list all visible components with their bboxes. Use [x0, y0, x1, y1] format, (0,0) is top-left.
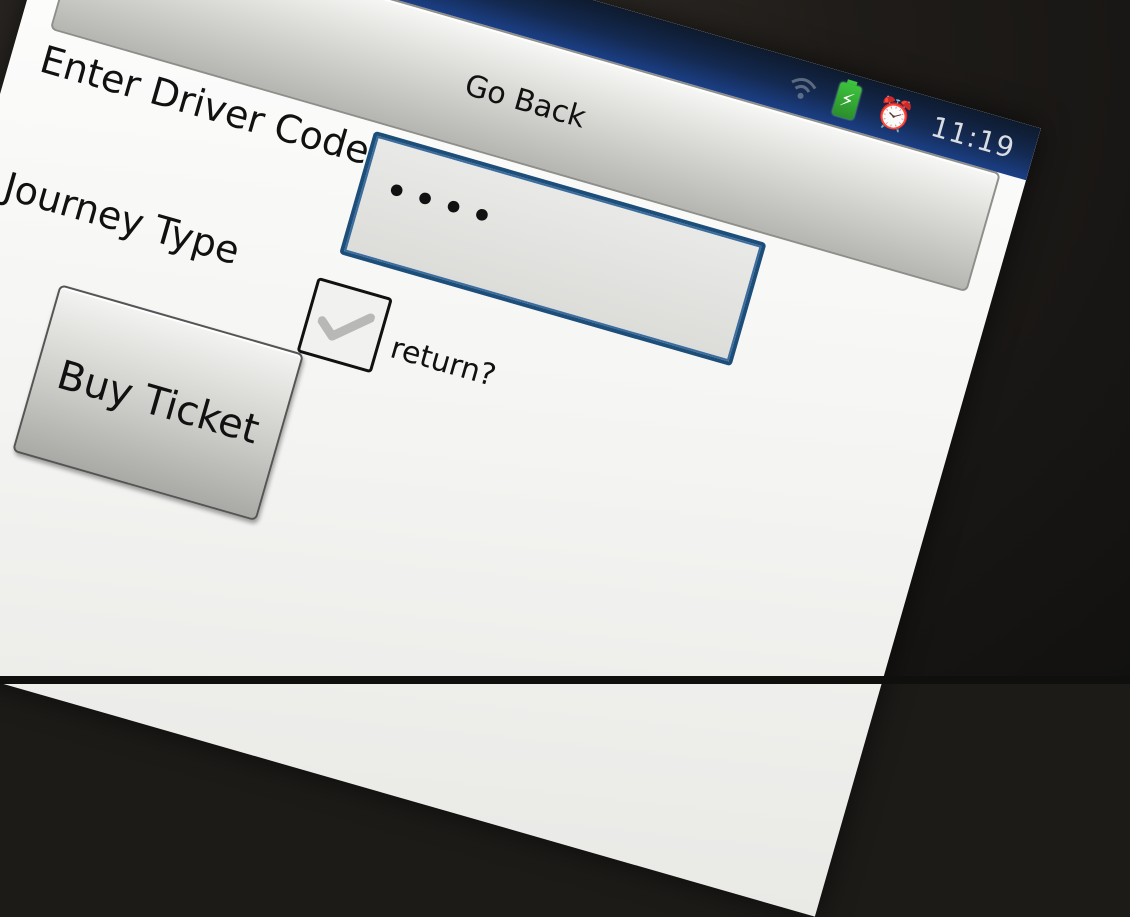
alarm-clock-icon: ⏰ [871, 92, 918, 137]
photo-bottom-edge [0, 676, 1130, 684]
return-checkbox-label: return? [386, 330, 500, 394]
wifi-icon [791, 78, 817, 99]
checkmark-icon [317, 313, 376, 341]
return-checkbox[interactable] [296, 276, 393, 374]
driver-code-masked-value: •••• [378, 166, 505, 244]
battery-charging-icon: ⚡ [831, 81, 863, 121]
journey-type-label: Journey Type [0, 163, 245, 274]
go-back-label: Go Back [460, 67, 590, 136]
buy-ticket-button[interactable]: Buy Ticket [12, 284, 305, 522]
buy-ticket-label: Buy Ticket [51, 351, 265, 454]
phone-screen: ⚡ ⏰ 11:19 Go Back Enter Driver Code ••••… [0, 0, 1041, 917]
